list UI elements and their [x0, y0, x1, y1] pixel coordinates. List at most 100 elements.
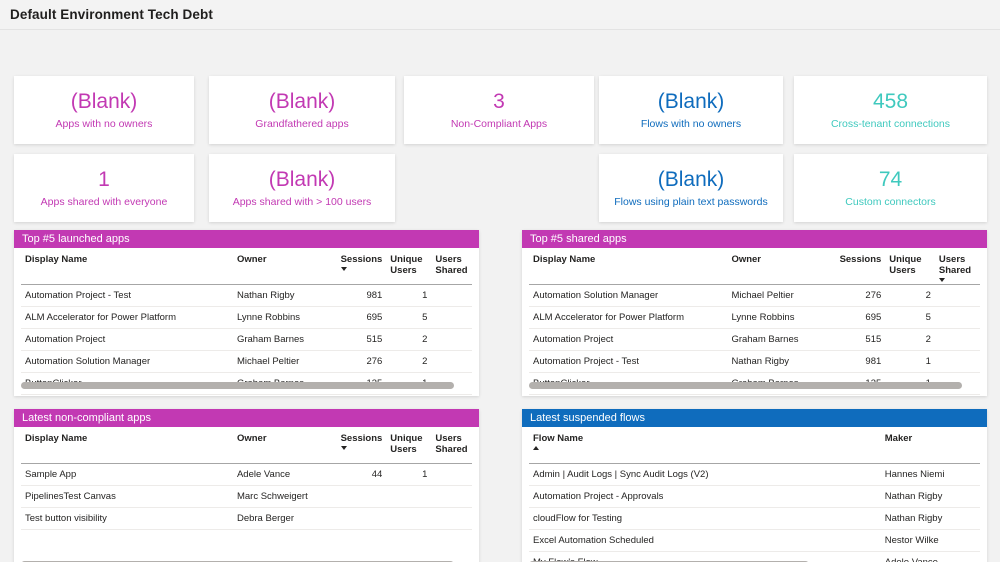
- column-header-owner[interactable]: Owner: [233, 248, 328, 284]
- column-header-flow-name[interactable]: Flow Name: [529, 427, 881, 463]
- horizontal-scrollbar[interactable]: [21, 382, 472, 389]
- scrollbar-thumb[interactable]: [21, 382, 454, 389]
- table-row[interactable]: Automation Project - TestNathan Rigby981…: [21, 284, 472, 306]
- table-row[interactable]: Test button visibilityDebra Berger: [21, 507, 472, 529]
- cell-maker: Nestor Wilke: [881, 529, 980, 551]
- kpi-label: Cross-tenant connections: [831, 117, 950, 131]
- column-header-display-name[interactable]: Display Name: [21, 427, 233, 463]
- table-row[interactable]: ALM Accelerator for Power PlatformLynne …: [529, 307, 980, 329]
- table-row[interactable]: Sample AppAdele Vance441: [21, 463, 472, 485]
- cell-flow-name: Excel Automation Scheduled: [529, 529, 881, 551]
- column-header-unique-users[interactable]: Unique Users: [386, 427, 431, 463]
- visual-latest-suspended-flows[interactable]: Latest suspended flows Flow Name Maker: [522, 409, 987, 562]
- kpi-card[interactable]: (Blank)Flows using plain text passwords: [599, 154, 783, 222]
- cell-users-shared: [431, 328, 472, 350]
- window-title-bar: Default Environment Tech Debt: [0, 0, 1000, 30]
- visual-title: Latest suspended flows: [530, 412, 645, 424]
- kpi-label: Flows using plain text passwords: [614, 195, 768, 209]
- cell-display-name: Automation Solution Manager: [21, 350, 233, 372]
- horizontal-scrollbar[interactable]: [529, 382, 980, 389]
- sort-descending-icon: [939, 278, 945, 282]
- cell-sessions: 276: [827, 285, 886, 307]
- column-header-label: Owner: [237, 433, 267, 444]
- column-header-sessions[interactable]: Sessions: [827, 248, 886, 285]
- apps-table[interactable]: Display Name Owner Sessions Unique Users: [529, 248, 980, 395]
- table-row[interactable]: Automation Solution ManagerMichael Pelti…: [21, 350, 472, 372]
- sort-descending-icon: [341, 267, 347, 271]
- flows-table[interactable]: Flow Name Maker Admin | Audit Logs | Syn…: [529, 427, 980, 562]
- cell-sessions: 981: [827, 351, 886, 373]
- column-header-users-shared[interactable]: Users Shared: [431, 427, 472, 463]
- column-header-users-shared[interactable]: Users Shared: [431, 248, 472, 284]
- column-header-owner[interactable]: Owner: [727, 248, 826, 285]
- column-header-label: Unique Users: [889, 254, 931, 276]
- table-row[interactable]: PipelinesTest CanvasMarc Schweigert: [21, 485, 472, 507]
- cell-sessions: 981: [328, 284, 387, 306]
- visual-title: Top #5 shared apps: [530, 233, 627, 245]
- kpi-label: Apps shared with everyone: [41, 195, 168, 209]
- column-header-label: Users Shared: [939, 254, 976, 282]
- cell-owner: Nathan Rigby: [233, 284, 328, 306]
- column-header-display-name[interactable]: Display Name: [529, 248, 727, 285]
- cell-display-name: ALM Accelerator for Power Platform: [529, 307, 727, 329]
- column-header-unique-users[interactable]: Unique Users: [885, 248, 935, 285]
- cell-display-name: Automation Solution Manager: [529, 285, 727, 307]
- column-header-users-shared[interactable]: Users Shared: [935, 248, 980, 285]
- kpi-card[interactable]: 458Cross-tenant connections: [794, 76, 987, 144]
- table-row[interactable]: cloudFlow for TestingNathan Rigby: [529, 507, 980, 529]
- table-row[interactable]: Automation Project - ApprovalsNathan Rig…: [529, 485, 980, 507]
- apps-table[interactable]: Display Name Owner Sessions Uni: [21, 248, 472, 395]
- table-body[interactable]: Display Name Owner Sessions Uni: [14, 427, 479, 562]
- cell-owner: Michael Peltier: [727, 285, 826, 307]
- kpi-label: Non-Compliant Apps: [451, 117, 547, 131]
- column-header-unique-users[interactable]: Unique Users: [386, 248, 431, 284]
- table-row[interactable]: ALM Accelerator for Power PlatformLynne …: [21, 306, 472, 328]
- table-row[interactable]: Automation Project - TestNathan Rigby981…: [529, 351, 980, 373]
- cell-sessions: 515: [827, 329, 886, 351]
- visual-title-bar: Latest suspended flows: [522, 409, 987, 427]
- kpi-card[interactable]: (Blank) Apps with no owners: [14, 76, 194, 144]
- column-header-display-name[interactable]: Display Name: [21, 248, 233, 284]
- table-row[interactable]: Excel Automation ScheduledNestor Wilke: [529, 529, 980, 551]
- sort-ascending-icon: [533, 446, 539, 450]
- column-header-maker[interactable]: Maker: [881, 427, 980, 463]
- table-row[interactable]: Automation ProjectGraham Barnes5152: [529, 329, 980, 351]
- visual-top-launched-apps[interactable]: Top #5 launched apps Display Name Owner: [14, 230, 479, 396]
- table-body[interactable]: Flow Name Maker Admin | Audit Logs | Syn…: [522, 427, 987, 562]
- scrollbar-thumb[interactable]: [529, 382, 962, 389]
- column-header-owner[interactable]: Owner: [233, 427, 328, 463]
- cell-sessions: 44: [328, 463, 387, 485]
- visual-title: Top #5 launched apps: [22, 233, 130, 245]
- kpi-label: Grandfathered apps: [255, 117, 348, 131]
- kpi-value: (Blank): [71, 89, 138, 114]
- visual-top-shared-apps[interactable]: Top #5 shared apps Display Name Owner Se…: [522, 230, 987, 396]
- table-body[interactable]: Display Name Owner Sessions Unique Users: [522, 248, 987, 396]
- kpi-card[interactable]: 74Custom connectors: [794, 154, 987, 222]
- kpi-card[interactable]: (Blank)Grandfathered apps: [209, 76, 395, 144]
- cell-display-name: PipelinesTest Canvas: [21, 485, 233, 507]
- kpi-label: Apps with no owners: [56, 117, 153, 131]
- cell-display-name: Automation Project: [21, 328, 233, 350]
- kpi-card[interactable]: (Blank)Flows with no owners: [599, 76, 783, 144]
- table-row[interactable]: Automation ProjectGraham Barnes5152: [21, 328, 472, 350]
- table-row[interactable]: Admin | Audit Logs | Sync Audit Logs (V2…: [529, 463, 980, 485]
- apps-table[interactable]: Display Name Owner Sessions Uni: [21, 427, 472, 530]
- column-header-sessions[interactable]: Sessions: [328, 427, 387, 463]
- table-row[interactable]: Automation Solution ManagerMichael Pelti…: [529, 285, 980, 307]
- visual-latest-non-compliant-apps[interactable]: Latest non-compliant apps Display Name O…: [14, 409, 479, 562]
- cell-maker: Nathan Rigby: [881, 507, 980, 529]
- visual-title: Latest non-compliant apps: [22, 412, 151, 424]
- table-body[interactable]: Display Name Owner Sessions Uni: [14, 248, 479, 396]
- column-header-label: Unique Users: [390, 254, 427, 276]
- kpi-label: Apps shared with > 100 users: [233, 195, 372, 209]
- cell-unique-users: 2: [885, 329, 935, 351]
- cell-unique-users: 5: [386, 306, 431, 328]
- kpi-card[interactable]: (Blank)Apps shared with > 100 users: [209, 154, 395, 222]
- kpi-card[interactable]: 3Non-Compliant Apps: [404, 76, 594, 144]
- cell-users-shared: [935, 329, 980, 351]
- kpi-card[interactable]: 1Apps shared with everyone: [14, 154, 194, 222]
- column-header-label: Sessions: [341, 254, 383, 271]
- column-header-sessions[interactable]: Sessions: [328, 248, 387, 284]
- cell-sessions: [328, 485, 387, 507]
- cell-sessions: 695: [827, 307, 886, 329]
